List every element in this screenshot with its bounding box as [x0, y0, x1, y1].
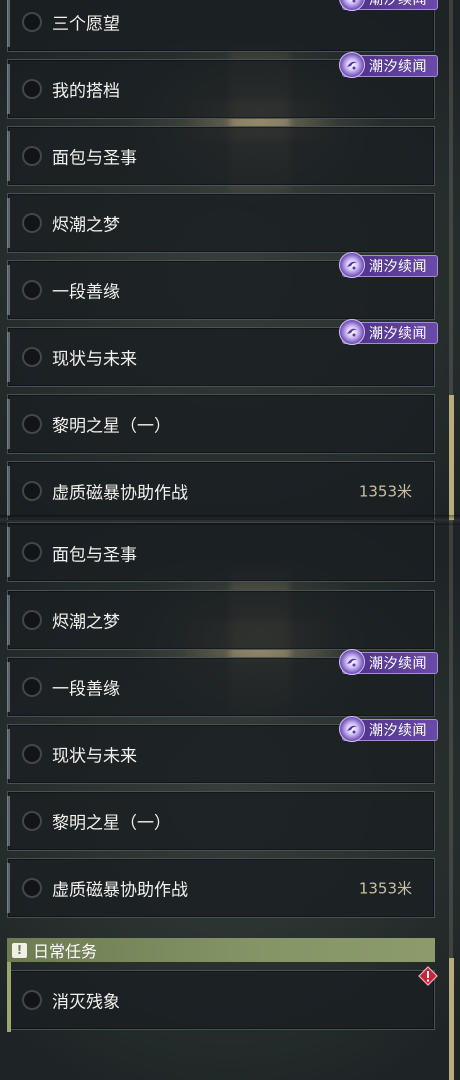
- radio-icon[interactable]: [22, 542, 42, 562]
- quest-list-top: 三个愿望 潮汐续闻 我的搭档 潮汐续闻 面包与圣事 烬潮之梦 一段善缘 潮汐续闻…: [0, 0, 460, 520]
- quest-label: 虚质磁暴协助作战: [52, 483, 188, 504]
- radio-icon[interactable]: [22, 12, 42, 32]
- badge-label: 潮汐续闻: [369, 723, 427, 739]
- tide-story-badge: 潮汐续闻: [339, 0, 438, 11]
- tide-icon: [339, 252, 365, 278]
- quest-label: 面包与圣事: [52, 545, 137, 566]
- scrollbar-thumb[interactable]: [449, 958, 454, 1080]
- quest-label: 黎明之星（一）: [52, 416, 171, 437]
- scrollbar-thumb[interactable]: [449, 395, 454, 520]
- distance-label: 1353米: [358, 879, 412, 898]
- quest-label: 我的搭档: [52, 81, 120, 102]
- tide-story-badge: 潮汐续闻: [339, 252, 438, 278]
- tide-story-badge: 潮汐续闻: [339, 649, 438, 675]
- exclamation-icon: !: [12, 942, 27, 958]
- radio-icon[interactable]: [22, 79, 42, 99]
- alert-icon: [418, 966, 438, 986]
- tide-story-badge: 潮汐续闻: [339, 52, 438, 78]
- divider: [0, 515, 460, 525]
- quest-label: 现状与未来: [52, 349, 137, 370]
- radio-icon[interactable]: [22, 481, 42, 501]
- radio-icon[interactable]: [22, 347, 42, 367]
- radio-icon[interactable]: [22, 213, 42, 233]
- radio-icon[interactable]: [22, 878, 42, 898]
- quest-label: 面包与圣事: [52, 148, 137, 169]
- tide-icon: [339, 52, 365, 78]
- tide-icon: [339, 319, 365, 345]
- quest-label: 虚质磁暴协助作战: [52, 880, 188, 901]
- quest-label: 一段善缘: [52, 282, 120, 303]
- tide-icon: [339, 0, 365, 11]
- tide-icon: [339, 716, 365, 742]
- radio-icon[interactable]: [22, 677, 42, 697]
- quest-label: 消灭残象: [52, 992, 120, 1013]
- radio-icon[interactable]: [22, 414, 42, 434]
- daily-tasks-header[interactable]: ! 日常任务: [7, 938, 435, 962]
- daily-quest-item[interactable]: 消灭残象: [7, 970, 435, 1030]
- quest-item[interactable]: 面包与圣事: [7, 522, 435, 582]
- badge-label: 潮汐续闻: [369, 0, 427, 8]
- tide-story-badge: 潮汐续闻: [339, 716, 438, 742]
- quest-label: 三个愿望: [52, 14, 120, 35]
- radio-icon[interactable]: [22, 280, 42, 300]
- tide-story-badge: 潮汐续闻: [339, 319, 438, 345]
- quest-label: 烬潮之梦: [52, 215, 120, 236]
- distance-label: 1353米: [358, 482, 412, 501]
- badge-label: 潮汐续闻: [369, 259, 427, 275]
- quest-label: 黎明之星（一）: [52, 813, 171, 834]
- badge-label: 潮汐续闻: [369, 326, 427, 342]
- radio-icon[interactable]: [22, 146, 42, 166]
- radio-icon[interactable]: [22, 744, 42, 764]
- quest-item[interactable]: 虚质磁暴协助作战 1353米: [7, 858, 435, 918]
- quest-item[interactable]: 黎明之星（一）: [7, 394, 435, 454]
- radio-icon[interactable]: [22, 610, 42, 630]
- quest-item[interactable]: 烬潮之梦: [7, 590, 435, 650]
- quest-item[interactable]: 面包与圣事: [7, 126, 435, 186]
- quest-label: 现状与未来: [52, 746, 137, 767]
- section-title: 日常任务: [33, 942, 98, 961]
- quest-item[interactable]: 黎明之星（一）: [7, 791, 435, 851]
- radio-icon[interactable]: [22, 811, 42, 831]
- badge-label: 潮汐续闻: [369, 656, 427, 672]
- quest-label: 一段善缘: [52, 679, 120, 700]
- quest-item[interactable]: 烬潮之梦: [7, 193, 435, 253]
- radio-icon[interactable]: [22, 990, 42, 1010]
- quest-item[interactable]: 虚质磁暴协助作战 1353米: [7, 461, 435, 520]
- badge-label: 潮汐续闻: [369, 59, 427, 75]
- quest-label: 烬潮之梦: [52, 612, 120, 633]
- section-accent-bar: [7, 962, 11, 1032]
- tide-icon: [339, 649, 365, 675]
